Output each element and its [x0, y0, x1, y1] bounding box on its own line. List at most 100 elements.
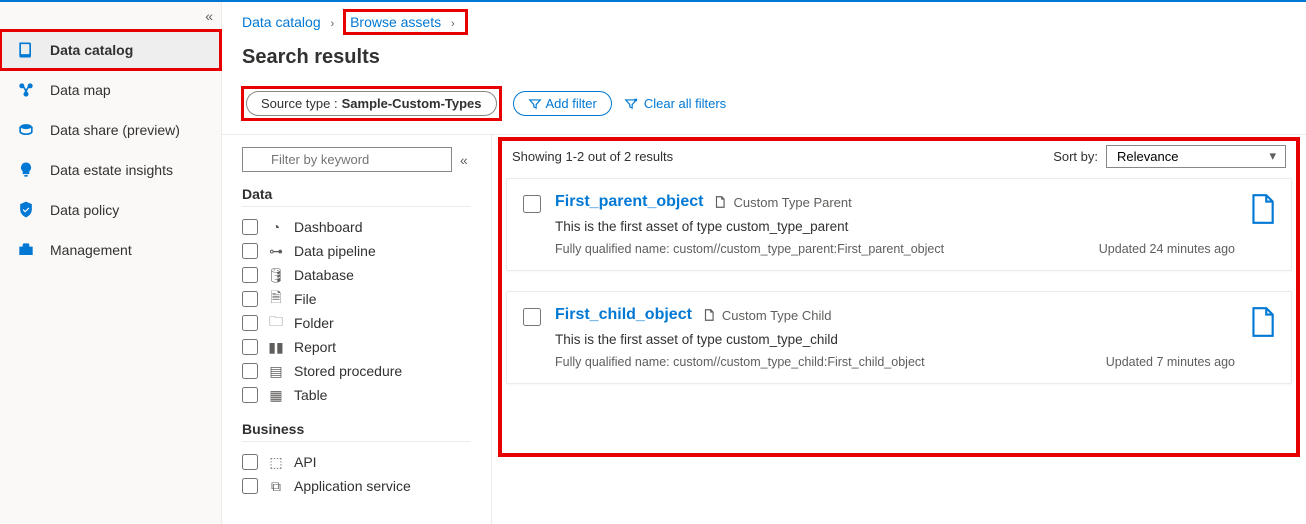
- facet-item[interactable]: ▤ Stored procedure: [242, 359, 471, 383]
- facet-item[interactable]: ⧉ Application service: [242, 474, 471, 498]
- file-icon: [1249, 306, 1275, 338]
- results-count: Showing 1-2 out of 2 results: [512, 149, 673, 164]
- facet-label: Folder: [294, 315, 334, 331]
- result-fqn: Fully qualified name: custom//custom_typ…: [555, 355, 925, 369]
- facet-type-icon: 🗎: [268, 291, 284, 307]
- result-fqn: Fully qualified name: custom//custom_typ…: [555, 242, 944, 256]
- facet-item[interactable]: ⬚ API: [242, 450, 471, 474]
- bulb-icon: [16, 160, 36, 180]
- result-title-link[interactable]: First_child_object: [555, 306, 692, 324]
- badge-icon: [16, 200, 36, 220]
- facet-checkbox[interactable]: [242, 243, 258, 259]
- filter-bar: Source type : Sample-Custom-Types Add fi…: [222, 83, 1306, 135]
- chevron-right-icon: ›: [451, 18, 455, 30]
- facet-checkbox[interactable]: [242, 363, 258, 379]
- main-content: Data catalog › Browse assets › Search re…: [222, 2, 1306, 524]
- nav-label: Data estate insights: [50, 162, 173, 178]
- result-description: This is the first asset of type custom_t…: [555, 219, 1235, 234]
- facet-label: Report: [294, 339, 336, 355]
- left-nav: « Data catalog Data map Data share (prev…: [0, 2, 222, 524]
- facet-type-icon: ◔: [268, 219, 284, 235]
- nav-item-management[interactable]: Management: [0, 230, 221, 270]
- add-filter-label: Add filter: [546, 96, 597, 111]
- facet-type-icon: ⊶: [268, 243, 284, 259]
- document-icon: [702, 308, 716, 322]
- result-type-label: Custom Type Child: [702, 308, 832, 323]
- facet-label: Application service: [294, 478, 411, 494]
- filter-icon: [528, 97, 542, 111]
- facet-label: Database: [294, 267, 354, 283]
- result-description: This is the first asset of type custom_t…: [555, 332, 1235, 347]
- filter-clear-icon: [624, 97, 638, 111]
- nav-label: Data share (preview): [50, 122, 180, 138]
- sort-select[interactable]: Relevance: [1106, 145, 1286, 168]
- facet-checkbox[interactable]: [242, 454, 258, 470]
- result-card: First_child_object Custom Type Child Thi…: [506, 291, 1292, 384]
- breadcrumb-current[interactable]: Browse assets: [350, 14, 441, 30]
- share-icon: [16, 120, 36, 140]
- result-updated: Updated 24 minutes ago: [1099, 242, 1235, 256]
- facet-collapse-button[interactable]: «: [460, 152, 468, 168]
- add-filter-button[interactable]: Add filter: [513, 91, 612, 116]
- result-card: First_parent_object Custom Type Parent T…: [506, 178, 1292, 271]
- facet-checkbox[interactable]: [242, 315, 258, 331]
- chevron-right-icon: ›: [331, 18, 335, 30]
- facet-type-icon: 🗀: [268, 315, 284, 331]
- facet-item[interactable]: ▦ Table: [242, 383, 471, 407]
- facet-item[interactable]: ◔ Dashboard: [242, 215, 471, 239]
- nav-item-data-catalog[interactable]: Data catalog: [0, 30, 221, 70]
- facet-checkbox[interactable]: [242, 478, 258, 494]
- facet-label: Table: [294, 387, 327, 403]
- facet-type-icon: ▦: [268, 387, 284, 403]
- facet-label: File: [294, 291, 317, 307]
- clear-filters-button[interactable]: Clear all filters: [624, 96, 726, 111]
- filter-chip-source-type[interactable]: Source type : Sample-Custom-Types: [246, 91, 497, 116]
- facet-checkbox[interactable]: [242, 339, 258, 355]
- facet-label: Data pipeline: [294, 243, 376, 259]
- result-updated: Updated 7 minutes ago: [1106, 355, 1235, 369]
- nav-label: Management: [50, 242, 132, 258]
- map-icon: [16, 80, 36, 100]
- document-icon: [713, 195, 727, 209]
- nav-item-data-map[interactable]: Data map: [0, 70, 221, 110]
- breadcrumb-root[interactable]: Data catalog: [242, 14, 321, 30]
- results-area: Showing 1-2 out of 2 results Sort by: Re…: [492, 135, 1306, 524]
- facet-type-icon: ▮▮: [268, 339, 284, 355]
- page-title: Search results: [222, 40, 1306, 83]
- facet-type-icon: ▤: [268, 363, 284, 379]
- nav-label: Data catalog: [50, 42, 133, 58]
- facet-checkbox[interactable]: [242, 267, 258, 283]
- result-title-link[interactable]: First_parent_object: [555, 193, 703, 211]
- facet-checkbox[interactable]: [242, 387, 258, 403]
- facet-checkbox[interactable]: [242, 219, 258, 235]
- facet-checkbox[interactable]: [242, 291, 258, 307]
- facet-item[interactable]: 🗎 File: [242, 287, 471, 311]
- clear-filters-label: Clear all filters: [644, 96, 726, 111]
- chip-key: Source type :: [261, 96, 338, 111]
- chip-value: Sample-Custom-Types: [342, 96, 482, 111]
- facet-label: Stored procedure: [294, 363, 402, 379]
- nav-label: Data map: [50, 82, 111, 98]
- breadcrumb: Data catalog › Browse assets ›: [222, 2, 1306, 40]
- facet-panel: « Data ◔ Dashboard ⊶ Data pipeline 🛢 Dat…: [222, 135, 492, 524]
- sort-label: Sort by:: [1053, 149, 1098, 164]
- facet-item[interactable]: ⊶ Data pipeline: [242, 239, 471, 263]
- result-checkbox[interactable]: [523, 195, 541, 213]
- nav-item-data-share[interactable]: Data share (preview): [0, 110, 221, 150]
- toolbox-icon: [16, 240, 36, 260]
- facet-type-icon: ⬚: [268, 454, 284, 470]
- nav-collapse-button[interactable]: «: [205, 8, 213, 24]
- facet-type-icon: 🛢: [268, 267, 284, 283]
- facet-search-input[interactable]: [242, 147, 452, 172]
- sort-control: Sort by: Relevance: [1053, 145, 1286, 168]
- book-icon: [16, 40, 36, 60]
- facet-item[interactable]: 🛢 Database: [242, 263, 471, 287]
- result-checkbox[interactable]: [523, 308, 541, 326]
- facet-item[interactable]: ▮▮ Report: [242, 335, 471, 359]
- file-icon: [1249, 193, 1275, 225]
- facet-group-title: Business: [242, 421, 471, 442]
- nav-item-data-estate-insights[interactable]: Data estate insights: [0, 150, 221, 190]
- facet-label: API: [294, 454, 317, 470]
- nav-item-data-policy[interactable]: Data policy: [0, 190, 221, 230]
- facet-item[interactable]: 🗀 Folder: [242, 311, 471, 335]
